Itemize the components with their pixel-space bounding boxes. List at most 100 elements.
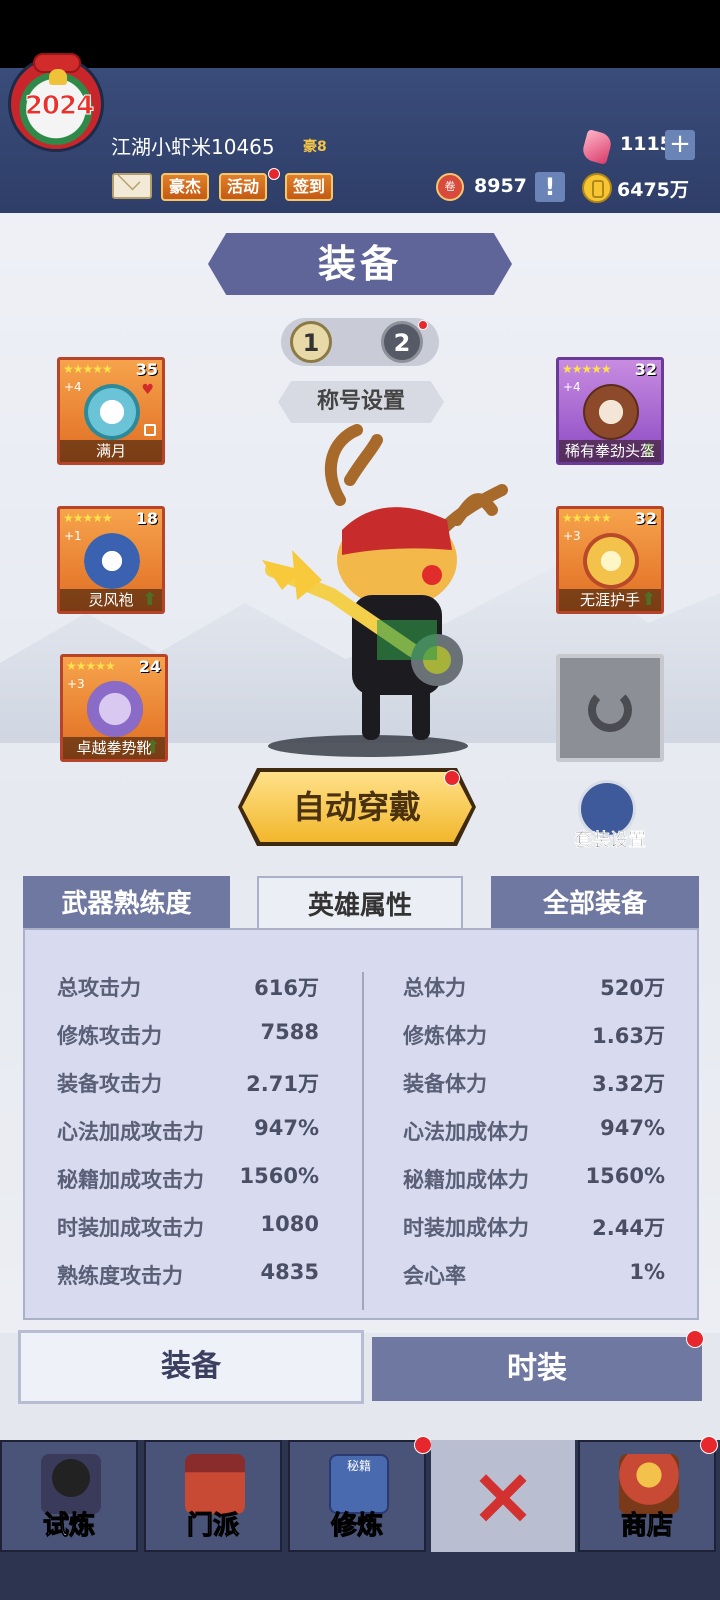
item-level: 18 (135, 509, 158, 528)
stat-label: 修炼体力 (403, 1024, 487, 1048)
item-level: 32 (634, 509, 657, 528)
stat-label: 心法加成攻击力 (57, 1120, 204, 1144)
heart-icon: ♥ (141, 382, 154, 398)
equip-slot-boots[interactable]: ★★★★★ 24 +3 ⬆ 卓越拳势靴 (60, 654, 168, 762)
shop-red-dot (700, 1436, 718, 1454)
stat-row: 时装加成体力 2.44万 (403, 1212, 665, 1242)
mail-icon[interactable] (112, 173, 152, 199)
item-plus: +3 (563, 529, 581, 543)
lock-icon (144, 424, 156, 436)
gauntlet-icon (583, 533, 639, 589)
tab-fashion[interactable]: 时装 (372, 1337, 702, 1401)
stat-row: 装备体力 3.32万 (403, 1068, 665, 1098)
page-title: 装备 (208, 233, 512, 295)
equip-slot-weapon[interactable]: ★★★★★ 35 +4 ♥ 满月 (57, 357, 165, 465)
item-stars: ★★★★★ (66, 659, 116, 673)
stat-value: 1% (629, 1260, 665, 1284)
hero-character (262, 424, 508, 740)
stat-label: 时装加成体力 (403, 1216, 529, 1240)
stat-row: 时装加成攻击力 1080 (57, 1212, 319, 1242)
item-stars: ★★★★★ (63, 511, 113, 525)
suit-setting-label[interactable]: 套装设置 (560, 826, 660, 852)
page-2-red-dot (418, 320, 428, 330)
title-setting-button[interactable]: 称号设置 (278, 381, 444, 423)
equip-slot-robe[interactable]: ★★★★★ 18 +1 ⬆ 灵风袍 (57, 506, 165, 614)
tab-all-equipment[interactable]: 全部装备 (491, 876, 699, 932)
bell-icon (49, 69, 67, 85)
item-stars: ★★★★★ (562, 362, 612, 376)
stat-row: 修炼体力 1.63万 (403, 1020, 665, 1050)
tab-equipment[interactable]: 装备 (18, 1330, 364, 1404)
top-header (0, 68, 720, 213)
stat-row: 心法加成体力 947% (403, 1116, 665, 1146)
stat-label: 时装加成攻击力 (57, 1216, 204, 1240)
stat-label: 总体力 (403, 976, 466, 1000)
stat-value: 947% (254, 1116, 319, 1140)
item-plus: +1 (64, 529, 82, 543)
token-icon: 卷 (436, 173, 464, 201)
item-name: 灵风袍 (60, 589, 162, 611)
coin-count: 6475万 (617, 179, 689, 201)
stat-row: 装备攻击力 2.71万 (57, 1068, 319, 1098)
nav-sect[interactable]: 门派 (144, 1440, 282, 1552)
item-name: 无涯护手 (559, 589, 661, 611)
stat-value: 3.32万 (592, 1072, 665, 1096)
stats-divider (362, 972, 364, 1310)
auto-equip-button[interactable]: 自动穿戴 (242, 772, 472, 842)
equip-slot-empty[interactable] (556, 654, 664, 762)
stat-label: 秘籍加成体力 (403, 1168, 529, 1192)
stat-row: 修炼攻击力 7588 (57, 1020, 319, 1050)
page-1-button[interactable]: 1 (290, 321, 332, 363)
token-info-button[interactable]: ! (535, 172, 565, 202)
item-level: 32 (634, 360, 657, 379)
stat-label: 心法加成体力 (403, 1120, 529, 1144)
tab-weapon-mastery[interactable]: 武器熟练度 (23, 876, 230, 932)
item-name: 卓越拳势靴 (63, 737, 165, 759)
auto-equip-red-dot (444, 770, 460, 786)
nav-trial[interactable]: 试炼 (0, 1440, 138, 1552)
stat-label: 装备体力 (403, 1072, 487, 1096)
robe-icon (84, 533, 140, 589)
equip-slot-helmet[interactable]: ★★★★★ 32 +4 ⬆ 稀有拳劲头盔 (556, 357, 664, 465)
add-gems-button[interactable]: + (665, 130, 695, 160)
item-name: 满月 (60, 440, 162, 462)
helmet-icon (583, 384, 639, 440)
stat-label: 总攻击力 (57, 976, 141, 1000)
item-level: 24 (138, 657, 161, 676)
stat-value: 4835 (260, 1260, 319, 1284)
nav-cultivate[interactable]: 秘籍 修炼 (288, 1440, 426, 1552)
stat-value: 2.44万 (592, 1216, 665, 1240)
tab-hero-attributes[interactable]: 英雄属性 (257, 876, 463, 936)
close-nav-button[interactable]: × (431, 1440, 575, 1552)
activity-button[interactable]: 活动 (219, 173, 268, 201)
heroes-button[interactable]: 豪杰 (161, 173, 210, 201)
stat-row: 秘籍加成攻击力 1560% (57, 1164, 319, 1194)
token-count: 8957 (474, 175, 527, 197)
item-stars: ★★★★★ (562, 511, 612, 525)
player-avatar[interactable]: 2024 (8, 53, 104, 152)
coin-icon (582, 173, 612, 203)
page-2-button[interactable]: 2 (381, 321, 423, 363)
stat-label: 秘籍加成攻击力 (57, 1168, 204, 1192)
stat-row: 总攻击力 616万 (57, 972, 319, 1002)
stat-value: 7588 (260, 1020, 319, 1044)
fashion-red-dot (686, 1330, 704, 1348)
stat-row: 会心率 1% (403, 1260, 665, 1290)
stat-value: 947% (600, 1116, 665, 1140)
nav-shop[interactable]: 商店 (578, 1440, 716, 1552)
stat-value: 2.71万 (246, 1072, 319, 1096)
nav-label: 门派 (186, 1511, 239, 1542)
stat-row: 总体力 520万 (403, 972, 665, 1002)
player-name: 江湖小虾米10465 (111, 135, 275, 159)
stat-label: 修炼攻击力 (57, 1024, 162, 1048)
avatar-year: 2024 (24, 91, 94, 122)
stat-value: 616万 (254, 976, 319, 1000)
hero-stats-panel: 总攻击力 616万 修炼攻击力 7588 装备攻击力 2.71万 心法加成攻击力… (23, 928, 699, 1320)
vip-badge: 豪8 (303, 139, 327, 155)
cultivate-red-dot (414, 1436, 432, 1454)
signin-button[interactable]: 签到 (285, 173, 334, 201)
stat-row: 心法加成攻击力 947% (57, 1116, 319, 1146)
equip-slot-gloves[interactable]: ★★★★★ 32 +3 ⬆ 无涯护手 (556, 506, 664, 614)
empty-slot-icon (588, 688, 632, 732)
stat-row: 熟练度攻击力 4835 (57, 1260, 319, 1290)
